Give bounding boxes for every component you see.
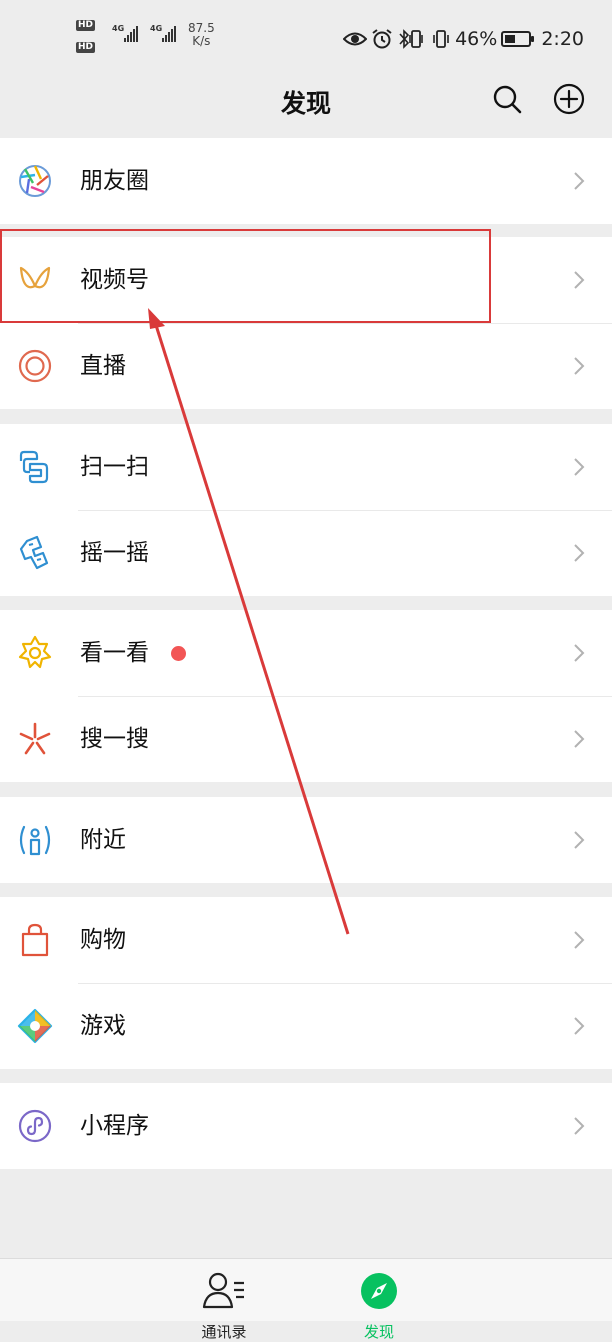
sim1-network-label: 4G xyxy=(112,24,125,33)
menu-item-shopping[interactable]: 购物 xyxy=(0,897,612,983)
menu-item-channels[interactable]: 视频号 xyxy=(0,237,612,323)
battery-icon xyxy=(501,31,535,47)
menu-group-moments: 朋友圈 xyxy=(0,138,612,224)
header: 发现 xyxy=(0,62,612,138)
mini-program-icon xyxy=(18,1109,52,1143)
menu-group-mini-programs: 小程序 xyxy=(0,1083,612,1169)
nearby-person-icon xyxy=(19,825,51,856)
menu-item-live[interactable]: 直播 xyxy=(0,323,612,409)
menu-group-top-stories: 看一看 搜一搜 xyxy=(0,610,612,782)
menu-item-search[interactable]: 搜一搜 xyxy=(0,696,612,782)
chevron-right-icon xyxy=(574,172,585,190)
status-time: 2:20 xyxy=(541,28,584,50)
hd-badge-2: HD xyxy=(76,42,96,53)
menu-item-label: 扫一扫 xyxy=(80,454,149,480)
chevron-right-icon xyxy=(574,931,585,949)
network-speed: 87.5 K/s xyxy=(188,21,215,48)
add-button[interactable] xyxy=(552,82,586,116)
menu-item-nearby[interactable]: 附近 xyxy=(0,797,612,883)
bottom-tab-bar: 通讯录 发现 xyxy=(0,1258,612,1341)
menu-item-label: 游戏 xyxy=(80,1013,126,1039)
status-right: 46% 2:20 xyxy=(343,24,584,54)
menu-item-label: 附近 xyxy=(80,827,126,853)
new-badge-dot xyxy=(171,646,186,661)
shopping-bag-icon xyxy=(21,923,49,957)
sim2-network-label: 4G xyxy=(150,24,163,33)
game-diamond-icon xyxy=(17,1008,53,1044)
menu-item-top-stories[interactable]: 看一看 xyxy=(0,610,612,696)
menu-item-label: 朋友圈 xyxy=(80,168,149,194)
sim2-signal-icon xyxy=(162,26,176,42)
discover-compass-icon xyxy=(361,1273,397,1309)
menu-item-games[interactable]: 游戏 xyxy=(0,983,612,1069)
menu-item-label: 搜一搜 xyxy=(80,726,149,752)
chevron-right-icon xyxy=(574,1017,585,1035)
search-icon xyxy=(493,85,522,114)
chevron-right-icon xyxy=(574,357,585,375)
eye-icon xyxy=(343,32,368,46)
shake-phone-icon xyxy=(19,535,49,570)
search-spark-icon xyxy=(19,722,51,755)
hd-badge-1: HD xyxy=(76,20,96,31)
tab-contacts[interactable]: 通讯录 xyxy=(184,1269,264,1341)
alarm-icon xyxy=(372,29,392,49)
tab-label: 发现 xyxy=(363,1323,394,1341)
chevron-right-icon xyxy=(574,644,585,662)
battery-percent: 46% xyxy=(455,28,498,50)
menu-group-scan: 扫一扫 摇一摇 xyxy=(0,424,612,596)
menu-item-label: 小程序 xyxy=(80,1113,149,1139)
top-stories-icon xyxy=(18,635,52,669)
chevron-right-icon xyxy=(574,831,585,849)
search-button[interactable] xyxy=(490,82,524,116)
menu-item-label: 直播 xyxy=(80,353,126,379)
menu-group-nearby: 附近 xyxy=(0,797,612,883)
tab-discover[interactable]: 发现 xyxy=(339,1269,419,1341)
chevron-right-icon xyxy=(574,1117,585,1135)
chevron-right-icon xyxy=(574,730,585,748)
sim1-signal-icon xyxy=(124,26,138,42)
live-ring-icon xyxy=(18,349,52,383)
chevron-right-icon xyxy=(574,544,585,562)
menu-item-label: 摇一摇 xyxy=(80,540,149,566)
contacts-icon xyxy=(202,1272,244,1309)
scan-icon xyxy=(19,450,49,484)
bluetooth-vibrate-icon xyxy=(399,29,423,49)
status-bar: HD HD 4G 4G 87.5 K/s 46% 2:20 xyxy=(0,0,612,62)
plus-circle-icon xyxy=(553,83,585,115)
moments-aperture-icon xyxy=(19,165,51,197)
chevron-right-icon xyxy=(574,271,585,289)
menu-item-moments[interactable]: 朋友圈 xyxy=(0,138,612,224)
channels-butterfly-icon xyxy=(19,266,51,289)
menu-group-channels: 视频号 直播 xyxy=(0,237,612,409)
menu-group-shopping: 购物 游戏 xyxy=(0,897,612,1069)
menu-item-scan[interactable]: 扫一扫 xyxy=(0,424,612,510)
menu-item-label: 视频号 xyxy=(80,267,149,293)
vibrate-icon xyxy=(433,30,449,48)
menu-item-label: 购物 xyxy=(80,927,126,953)
chevron-right-icon xyxy=(574,458,585,476)
tab-label: 通讯录 xyxy=(201,1323,247,1341)
menu-item-mini-programs[interactable]: 小程序 xyxy=(0,1083,612,1169)
menu-item-shake[interactable]: 摇一摇 xyxy=(0,510,612,596)
menu-item-label: 看一看 xyxy=(80,640,149,666)
